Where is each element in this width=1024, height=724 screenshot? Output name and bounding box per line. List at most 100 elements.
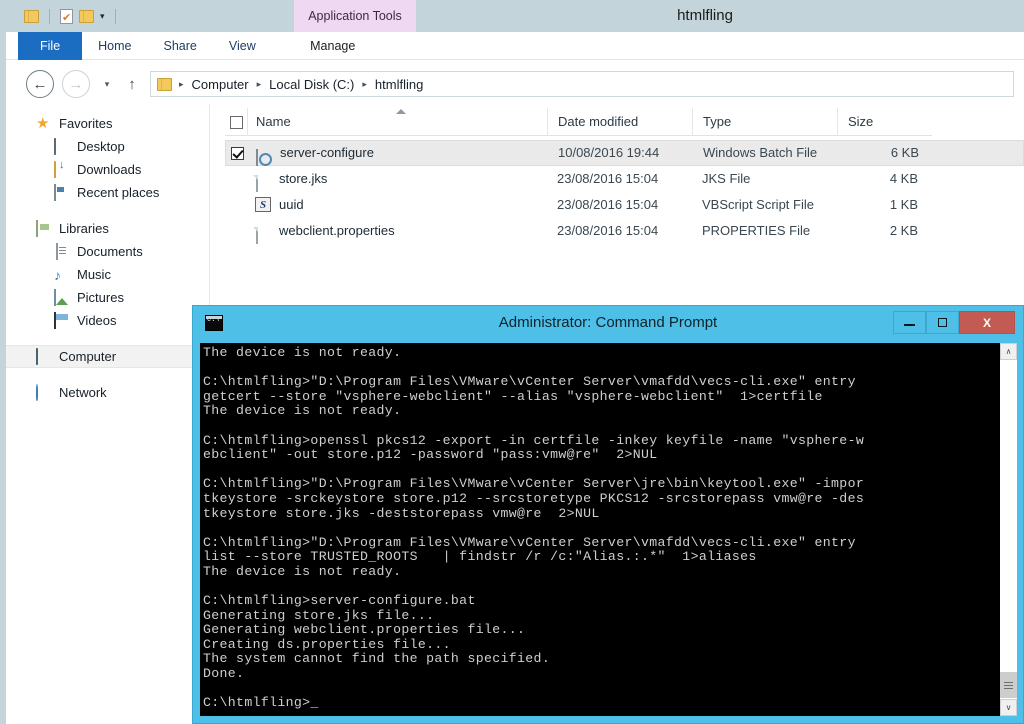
recent-places-icon [54, 183, 70, 201]
sidebar-item-label: Videos [77, 313, 117, 328]
sidebar-item-label: Network [59, 385, 107, 400]
command-prompt-title-bar[interactable]: C:\ Administrator: Command Prompt X [193, 306, 1023, 340]
column-header-type[interactable]: Type [692, 108, 837, 136]
nav-spacer-2 [6, 332, 209, 345]
breadcrumb-separator-0: ▸ [179, 78, 184, 89]
file-name: server-configure [280, 145, 374, 160]
explorer-title-bar: ▾ Application Tools htmlfling [6, 0, 1024, 32]
sidebar-item-label: Desktop [77, 139, 125, 154]
sidebar-item-label: Favorites [59, 116, 113, 131]
cell-type: JKS File [702, 171, 751, 186]
cell-type: VBScript Script File [702, 197, 814, 212]
column-header-size[interactable]: Size [837, 108, 932, 136]
minimize-icon [904, 324, 915, 326]
scroll-up-icon[interactable]: ∧ [1000, 343, 1017, 360]
sidebar-item-favorites[interactable]: ★ Favorites [6, 112, 209, 135]
cell-name: store.jks [247, 166, 547, 192]
tab-view[interactable]: View [213, 32, 272, 60]
breadcrumb-separator-2: ▸ [362, 78, 367, 89]
column-header-date-modified[interactable]: Date modified [547, 108, 692, 136]
column-header-row: Name Date modified Type Size [225, 108, 932, 136]
sidebar-item-label: Documents [77, 244, 143, 259]
page-title: htmlfling [677, 7, 733, 24]
sidebar-item-downloads[interactable]: Downloads [6, 158, 209, 181]
column-header-name[interactable]: Name [247, 108, 547, 136]
minimize-button[interactable] [893, 311, 926, 334]
star-icon: ★ [36, 114, 50, 132]
sidebar-item-label: Recent places [77, 185, 160, 200]
sidebar-item-label: Downloads [77, 162, 142, 177]
vbscript-file-icon: S [255, 197, 271, 213]
table-row[interactable]: webclient.properties 23/08/2016 15:04 PR… [225, 218, 1024, 244]
sidebar-item-network[interactable]: Network [6, 381, 209, 404]
videos-icon [54, 311, 70, 329]
sidebar-item-computer[interactable]: Computer [6, 345, 209, 368]
breadcrumb-item-htmlfling[interactable]: htmlfling [371, 77, 427, 92]
sidebar-item-documents[interactable]: Documents [6, 240, 209, 263]
recent-locations-icon[interactable]: ▾ [100, 79, 114, 90]
sidebar-item-videos[interactable]: Videos [6, 309, 209, 332]
column-header-label: Size [848, 114, 874, 129]
command-prompt-window[interactable]: C:\ Administrator: Command Prompt X The … [192, 305, 1024, 724]
breadcrumb[interactable]: ▸ Computer ▸ Local Disk (C:) ▸ htmlfling [150, 71, 1014, 97]
scrollbar-track[interactable] [1000, 360, 1017, 699]
column-header-label: Date modified [558, 114, 639, 129]
sort-ascending-icon [396, 109, 406, 114]
back-button[interactable]: ← [26, 70, 54, 98]
documents-icon [54, 242, 70, 260]
cell-type: Windows Batch File [703, 145, 818, 160]
maximize-button[interactable] [926, 311, 959, 334]
close-button[interactable]: X [959, 311, 1015, 334]
sidebar-item-desktop[interactable]: Desktop [6, 135, 209, 158]
table-row[interactable]: S uuid 23/08/2016 15:04 VBScript Script … [225, 192, 1024, 218]
tab-manage[interactable]: Manage [272, 32, 394, 60]
cell-name: server-configure [248, 140, 548, 166]
cell-date-modified: 23/08/2016 15:04 [557, 197, 659, 212]
generic-file-icon [255, 171, 271, 192]
sidebar-item-label: Music [77, 267, 111, 282]
cell-date-modified: 23/08/2016 15:04 [557, 171, 659, 186]
row-checkbox[interactable] [225, 218, 247, 244]
forward-button[interactable]: → [62, 70, 90, 98]
file-name: store.jks [279, 171, 328, 186]
row-checkbox[interactable] [225, 166, 247, 192]
table-row[interactable]: store.jks 23/08/2016 15:04 JKS File 4 KB [225, 166, 1024, 192]
cell-date-modified: 10/08/2016 19:44 [558, 145, 660, 160]
sidebar-item-libraries[interactable]: Libraries [6, 217, 209, 240]
navigation-pane: ★ Favorites Desktop Downloads Recent pla… [6, 104, 210, 724]
cell-size: 1 KB [889, 197, 918, 212]
cell-size: 2 KB [889, 223, 918, 238]
up-button[interactable]: ↑ [124, 76, 140, 93]
select-all-checkbox[interactable] [225, 108, 247, 136]
file-rows: server-configure 10/08/2016 19:44 Window… [225, 140, 1024, 244]
sidebar-item-music[interactable]: ♪ Music [6, 263, 209, 286]
console-body: The device is not ready. C:\htmlfling>"D… [200, 343, 1017, 716]
ribbon-body [6, 60, 1024, 67]
tab-file[interactable]: File [18, 32, 83, 60]
breadcrumb-item-local-disk[interactable]: Local Disk (C:) [265, 77, 358, 92]
sidebar-item-recent-places[interactable]: Recent places [6, 181, 209, 204]
file-name: webclient.properties [279, 223, 395, 238]
sidebar-item-label: Pictures [77, 290, 124, 305]
ribbon-tab-strip: File Home Share View Manage [6, 32, 1024, 60]
cell-size: 4 KB [889, 171, 918, 186]
console-output[interactable]: The device is not ready. C:\htmlfling>"D… [200, 343, 999, 716]
cell-name: webclient.properties [247, 218, 547, 244]
console-scrollbar[interactable]: ∧ ∨ [999, 343, 1017, 716]
breadcrumb-item-computer[interactable]: Computer [188, 77, 253, 92]
tab-home[interactable]: Home [82, 32, 147, 60]
cell-size: 6 KB [890, 145, 919, 160]
row-checkbox[interactable] [226, 140, 248, 166]
sidebar-item-label: Libraries [59, 221, 109, 236]
breadcrumb-separator-1: ▸ [256, 78, 262, 89]
column-header-label: Type [703, 114, 732, 129]
row-checkbox[interactable] [225, 192, 247, 218]
table-row[interactable]: server-configure 10/08/2016 19:44 Window… [225, 140, 1024, 166]
sidebar-item-pictures[interactable]: Pictures [6, 286, 209, 309]
checkbox-box [229, 115, 243, 129]
nav-spacer-3 [6, 368, 209, 381]
desktop-icon [54, 137, 70, 155]
scroll-down-icon[interactable]: ∨ [1000, 699, 1017, 716]
scrollbar-thumb[interactable] [1000, 672, 1017, 698]
tab-share[interactable]: Share [148, 32, 213, 60]
